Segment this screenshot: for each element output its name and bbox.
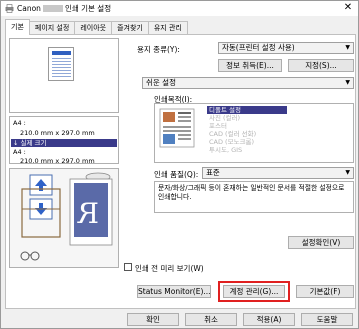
printer-icon [5,4,14,13]
ok-button[interactable]: 확인 [127,313,179,326]
svg-text:R: R [77,197,99,230]
media-type-select[interactable]: 자동(프린터 설정 사용) ▼ [218,42,354,54]
account-management-button[interactable]: 계정 관리(G)... [223,285,285,298]
purpose-list: 디폴트 설정 사진 (컬러) 포스터 CAD (컬러 선화) CAD (모노크롬… [154,103,354,163]
tab-page-setup[interactable]: 페이지 설정 [28,21,76,35]
help-button[interactable]: 도움말 [301,313,353,326]
tab-favorites[interactable]: 즐겨찾기 [111,21,149,35]
page-preview [9,38,119,113]
print-quality-value: 표준 [206,168,220,177]
document-preview-icon [48,47,74,81]
media-type-value: 자동(프린터 설정 사용) [222,43,295,52]
chevron-down-icon: ▼ [345,44,350,51]
media-preview: R [9,168,119,268]
tab-basic[interactable]: 기본 [5,19,30,35]
purpose-option-cad-mono[interactable]: CAD (모노크롬) [207,138,351,146]
apply-button[interactable]: 적용(A) [243,313,295,326]
dialog-button-bar: 확인 취소 적용(A) 도움말 [1,312,358,329]
output-size-value: 210.0 mm x 297.0 mm [20,157,95,165]
easy-setting-value: 쉬운 설정 [146,78,176,87]
status-monitor-button[interactable]: Status Monitor(E)... [137,285,211,298]
print-quality-select[interactable]: 표준 ▼ [202,167,354,179]
print-quality-description: 문자/화상/그래픽 등이 혼재하는 일반적인 문서를 적절한 설정으로 인쇄합니… [154,181,354,213]
source-size-value: 210.0 mm x 297.0 mm [20,129,95,137]
chevron-down-icon: ▼ [345,79,350,86]
info-button[interactable]: 정보 취득(E)... [218,59,282,72]
window-title: Canon 인쇄 기본 설정 [17,3,111,14]
purpose-option-default[interactable]: 디폴트 설정 [207,106,287,114]
purpose-option-poster[interactable]: 포스터 [207,122,351,130]
cancel-button[interactable]: 취소 [185,313,237,326]
purpose-option-perspective[interactable]: 투시도, GIS [207,146,351,154]
defaults-button[interactable]: 기본값(F) [296,285,354,298]
print-quality-label: 인쇄 품질(Q): [154,170,199,179]
tab-bar: 기본 페이지 설정 레이아웃 즐겨찾기 유지 관리 [5,19,188,35]
tab-layout[interactable]: 레이아웃 [74,21,113,35]
window-title-suffix: 인쇄 기본 설정 [64,4,112,13]
settings-button[interactable]: 지정(S)... [288,59,354,72]
purpose-options: 디폴트 설정 사진 (컬러) 포스터 CAD (컬러 선화) CAD (모노크롬… [207,106,351,154]
purpose-option-photo[interactable]: 사진 (컬러) [207,114,351,122]
print-preferences-window: Canon 인쇄 기본 설정 ✕ 기본 페이지 설정 레이아웃 즐겨찾기 유지 관… [0,0,359,329]
purpose-option-cad-color[interactable]: CAD (컬러 선화) [207,130,351,138]
scaling-label: ↓ 실제 크기 [11,139,117,147]
title-bar: Canon 인쇄 기본 설정 ✕ [1,1,358,16]
source-size-label: A4 : [13,119,26,127]
quality-settings-button[interactable]: 설정확인(V) [288,236,354,249]
redacted-model [42,5,63,12]
window-title-brand: Canon [17,4,41,13]
chevron-down-icon: ▼ [345,169,350,176]
tab-panel-basic: A4 : 210.0 mm x 297.0 mm ↓ 실제 크기 A4 : 21… [5,34,356,309]
preview-before-print-checkbox[interactable] [124,263,132,271]
close-button[interactable]: ✕ [342,2,354,13]
purpose-thumbnail-icon [159,108,195,148]
media-illustration: R [20,172,113,261]
tab-maintenance[interactable]: 유지 관리 [147,21,188,35]
paper-size-info: A4 : 210.0 mm x 297.0 mm ↓ 실제 크기 A4 : 21… [9,116,119,165]
preview-column: A4 : 210.0 mm x 297.0 mm ↓ 실제 크기 A4 : 21… [9,38,119,268]
glasses-icon [20,251,40,261]
preview-before-print-label: 인쇄 전 미리 보기(W) [135,264,204,273]
output-size-label: A4 : [13,148,26,156]
easy-setting-select[interactable]: 쉬운 설정 ▼ [142,77,354,89]
media-type-label: 용지 종류(Y): [137,45,180,54]
